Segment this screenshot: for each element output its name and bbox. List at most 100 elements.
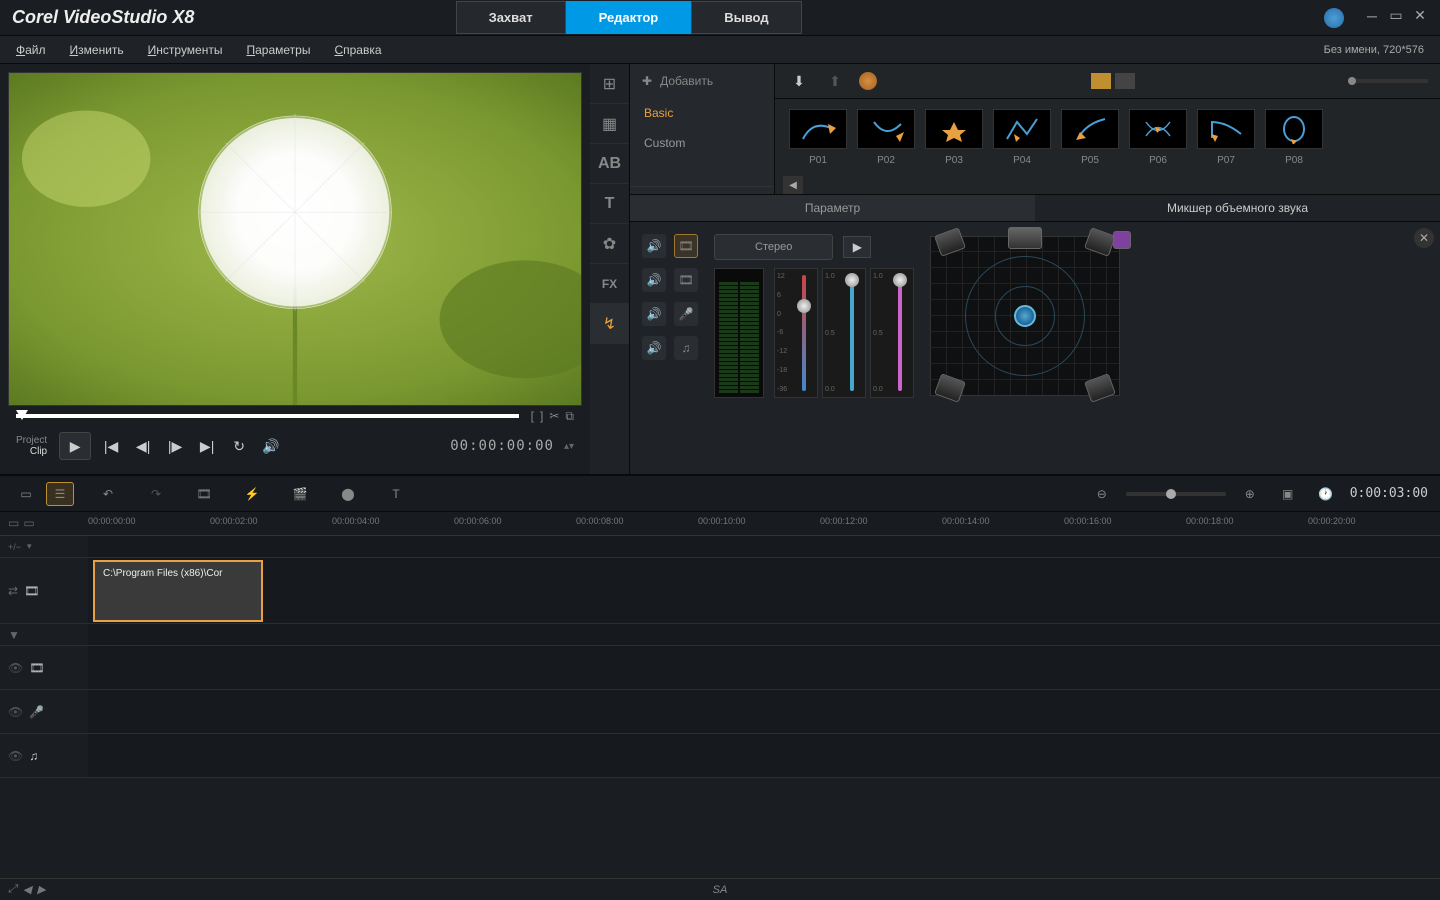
thumb-size-slider[interactable] [1348, 79, 1428, 83]
ruler-icon-1[interactable]: ▭ [8, 516, 19, 530]
menu-file[interactable]: Файл [16, 43, 46, 57]
preset-p07[interactable]: P07 [1197, 109, 1255, 166]
menu-edit[interactable]: Изменить [70, 43, 124, 57]
play-button[interactable]: ▶ [59, 432, 91, 460]
fader-left[interactable]: 1.00.50.0 [822, 268, 866, 398]
track-video-icon[interactable]: 🎞 [674, 234, 698, 258]
repeat-button[interactable]: ↻ [227, 434, 251, 458]
goto-start-button[interactable]: |◀ [99, 434, 123, 458]
scroll-left-button[interactable]: ◀ [783, 176, 803, 194]
speaker-front-left-icon[interactable] [934, 227, 966, 257]
track-head-music[interactable]: 👁♫ [0, 734, 88, 778]
preview-viewport[interactable] [8, 72, 582, 406]
mute-music-icon[interactable]: 🔊 [642, 336, 666, 360]
timeline-duration[interactable]: 0:00:03:00 [1350, 486, 1428, 501]
preset-p01[interactable]: P01 [789, 109, 847, 166]
speaker-center-icon[interactable] [1008, 227, 1042, 249]
menu-help[interactable]: Справка [334, 43, 381, 57]
tab-capture[interactable]: Захват [456, 1, 566, 34]
preset-p05[interactable]: P05 [1061, 109, 1119, 166]
link-icon[interactable]: ⇄ [8, 584, 18, 598]
record-button[interactable]: 🎞 [190, 482, 218, 506]
timeline-ruler[interactable]: ▭ ▭ 00:00:00:0000:00:02:0000:00:04:0000:… [0, 512, 1440, 536]
scroll-left-icon[interactable]: ◀ [23, 883, 31, 896]
mark-out-icon[interactable]: ] [540, 409, 543, 424]
zoom-out-button[interactable]: ⊖ [1088, 482, 1116, 506]
stereo-mode-button[interactable]: Стерео [714, 234, 833, 260]
scroll-tool-icon[interactable]: ⤢ [8, 883, 17, 896]
minimize-button[interactable]: ─ [1364, 8, 1380, 24]
fader-right[interactable]: 1.00.50.0 [870, 268, 914, 398]
preview-timecode[interactable]: 00:00:00:00 [450, 438, 554, 454]
fit-button[interactable]: ▣ [1274, 482, 1302, 506]
category-basic[interactable]: Basic [630, 98, 774, 128]
lib-tab-graphics[interactable]: ✿ [590, 224, 629, 264]
add-category-button[interactable]: ✚Добавить [630, 64, 774, 98]
speaker-rear-right-icon[interactable] [1084, 373, 1116, 403]
track-head-expand[interactable]: ▼ [0, 624, 88, 646]
surround-field[interactable] [930, 236, 1120, 396]
track-voice-icon[interactable]: 🎤 [674, 302, 698, 326]
track-head-video[interactable]: ⇄🎞 [0, 558, 88, 624]
mixer-play-button[interactable]: ▶ [843, 236, 871, 258]
track-content[interactable]: C:\Program Files (x86)\Cor [88, 536, 1440, 778]
view-list-button[interactable] [1115, 73, 1135, 89]
speaker-front-right-icon[interactable] [1084, 227, 1116, 257]
lib-tab-paths[interactable]: ↯ [590, 304, 629, 344]
preset-p08[interactable]: P08 [1265, 109, 1323, 166]
speaker-sub-icon[interactable] [1113, 231, 1131, 249]
category-custom[interactable]: Custom [630, 128, 774, 158]
zoom-slider[interactable] [1126, 492, 1226, 496]
fader-main[interactable]: 1260-6-12-18-36 [774, 268, 818, 398]
tab-parameter[interactable]: Параметр [630, 195, 1035, 221]
tab-output[interactable]: Вывод [691, 1, 801, 34]
mute-video-icon[interactable]: 🔊 [642, 234, 666, 258]
preset-p06[interactable]: P06 [1129, 109, 1187, 166]
track-button[interactable]: ⬤ [334, 482, 362, 506]
export-icon[interactable]: ⬆ [823, 69, 847, 93]
chapter-button[interactable]: 🎬 [286, 482, 314, 506]
close-button[interactable]: ✕ [1412, 8, 1428, 24]
surround-position-handle[interactable] [1014, 305, 1036, 327]
track-head-voice[interactable]: 👁🎤 [0, 690, 88, 734]
clock-icon[interactable] [859, 72, 877, 90]
volume-button[interactable]: 🔊 [259, 434, 283, 458]
cut-icon[interactable]: ✂ [549, 409, 559, 424]
lib-tab-transitions[interactable]: ▦ [590, 104, 629, 144]
maximize-button[interactable]: ▭ [1388, 8, 1404, 24]
prev-frame-button[interactable]: ◀| [131, 434, 155, 458]
timeline-clip[interactable]: C:\Program Files (x86)\Cor [93, 560, 263, 622]
ruler-icon-2[interactable]: ▭ [23, 516, 34, 530]
speaker-rear-left-icon[interactable] [934, 373, 966, 403]
audio-fx-button[interactable]: ⚡ [238, 482, 266, 506]
scrubber[interactable]: [ ] ✂ ⧉ [8, 406, 582, 426]
preset-p03[interactable]: P03 [925, 109, 983, 166]
track-head-overlay[interactable]: 👁🎞 [0, 646, 88, 690]
tab-editor[interactable]: Редактор [566, 1, 692, 34]
lib-tab-fx[interactable]: FX [590, 264, 629, 304]
multi-trim-icon[interactable]: ⧉ [565, 409, 574, 424]
storyboard-view-button[interactable]: ▭ [12, 482, 40, 506]
subtitle-button[interactable]: T [382, 482, 410, 506]
menu-params[interactable]: Параметры [246, 43, 310, 57]
scroll-right-icon[interactable]: ▶ [37, 883, 45, 896]
undo-button[interactable]: ↶ [94, 482, 122, 506]
lib-tab-media[interactable]: ⊞ [590, 64, 629, 104]
scrub-handle[interactable] [16, 410, 28, 420]
preset-p02[interactable]: P02 [857, 109, 915, 166]
menu-tools[interactable]: Инструменты [148, 43, 223, 57]
timeline-view-button[interactable]: ☰ [46, 482, 74, 506]
track-overlay-icon[interactable]: 🎞 [674, 268, 698, 292]
tab-surround-mixer[interactable]: Микшер объемного звука [1035, 195, 1440, 221]
goto-end-button[interactable]: ▶| [195, 434, 219, 458]
lib-tab-text[interactable]: T [590, 184, 629, 224]
lib-tab-titles[interactable]: AB [590, 144, 629, 184]
globe-icon[interactable] [1324, 8, 1344, 28]
track-music-icon[interactable]: ♫ [674, 336, 698, 360]
redo-button[interactable]: ↷ [142, 482, 170, 506]
preset-p04[interactable]: P04 [993, 109, 1051, 166]
mute-voice-icon[interactable]: 🔊 [642, 302, 666, 326]
zoom-in-button[interactable]: ⊕ [1236, 482, 1264, 506]
close-mixer-button[interactable]: ✕ [1414, 228, 1434, 248]
duration-icon[interactable]: 🕐 [1312, 482, 1340, 506]
